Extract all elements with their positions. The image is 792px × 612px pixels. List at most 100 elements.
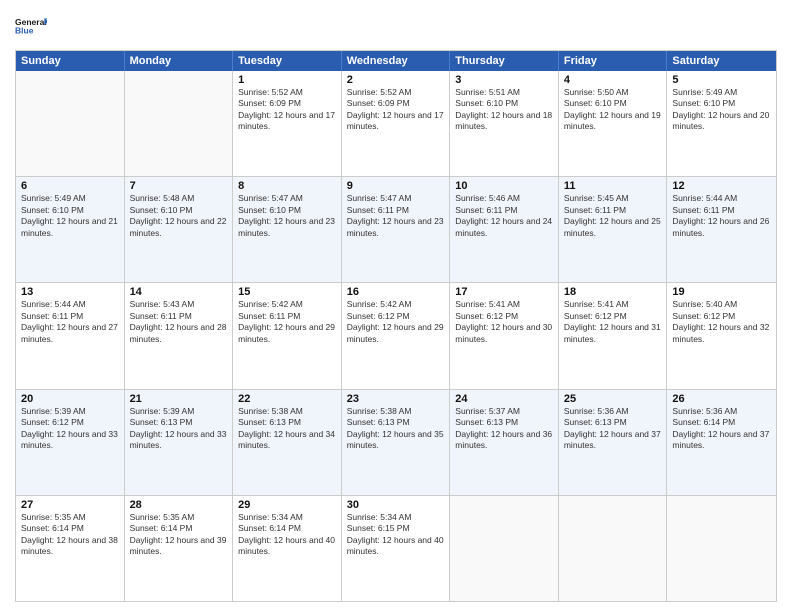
cal-cell-30: 30Sunrise: 5:34 AM Sunset: 6:15 PM Dayli… xyxy=(342,496,451,601)
cal-cell-1: 1Sunrise: 5:52 AM Sunset: 6:09 PM Daylig… xyxy=(233,71,342,176)
cal-cell-9: 9Sunrise: 5:47 AM Sunset: 6:11 PM Daylig… xyxy=(342,177,451,282)
cell-info: Sunrise: 5:37 AM Sunset: 6:13 PM Dayligh… xyxy=(455,406,553,452)
cell-info: Sunrise: 5:41 AM Sunset: 6:12 PM Dayligh… xyxy=(455,299,553,345)
cal-cell-7: 7Sunrise: 5:48 AM Sunset: 6:10 PM Daylig… xyxy=(125,177,234,282)
cal-cell-empty xyxy=(667,496,776,601)
cell-info: Sunrise: 5:38 AM Sunset: 6:13 PM Dayligh… xyxy=(238,406,336,452)
cal-cell-17: 17Sunrise: 5:41 AM Sunset: 6:12 PM Dayli… xyxy=(450,283,559,388)
cal-cell-empty xyxy=(559,496,668,601)
cell-info: Sunrise: 5:49 AM Sunset: 6:10 PM Dayligh… xyxy=(672,87,771,133)
cell-info: Sunrise: 5:43 AM Sunset: 6:11 PM Dayligh… xyxy=(130,299,228,345)
cal-cell-3: 3Sunrise: 5:51 AM Sunset: 6:10 PM Daylig… xyxy=(450,71,559,176)
cal-cell-26: 26Sunrise: 5:36 AM Sunset: 6:14 PM Dayli… xyxy=(667,390,776,495)
cell-info: Sunrise: 5:47 AM Sunset: 6:10 PM Dayligh… xyxy=(238,193,336,239)
cal-cell-11: 11Sunrise: 5:45 AM Sunset: 6:11 PM Dayli… xyxy=(559,177,668,282)
calendar-header: SundayMondayTuesdayWednesdayThursdayFrid… xyxy=(16,51,776,71)
cal-cell-28: 28Sunrise: 5:35 AM Sunset: 6:14 PM Dayli… xyxy=(125,496,234,601)
cell-info: Sunrise: 5:47 AM Sunset: 6:11 PM Dayligh… xyxy=(347,193,445,239)
cal-header-day-tuesday: Tuesday xyxy=(233,51,342,71)
cal-cell-8: 8Sunrise: 5:47 AM Sunset: 6:10 PM Daylig… xyxy=(233,177,342,282)
cell-info: Sunrise: 5:39 AM Sunset: 6:13 PM Dayligh… xyxy=(130,406,228,452)
cell-info: Sunrise: 5:36 AM Sunset: 6:13 PM Dayligh… xyxy=(564,406,662,452)
header: General Blue xyxy=(15,10,777,42)
cell-info: Sunrise: 5:40 AM Sunset: 6:12 PM Dayligh… xyxy=(672,299,771,345)
day-number: 21 xyxy=(130,393,228,405)
day-number: 28 xyxy=(130,499,228,511)
cal-header-day-monday: Monday xyxy=(125,51,234,71)
day-number: 25 xyxy=(564,393,662,405)
logo: General Blue xyxy=(15,10,47,42)
day-number: 17 xyxy=(455,286,553,298)
day-number: 1 xyxy=(238,74,336,86)
cal-week-1: 1Sunrise: 5:52 AM Sunset: 6:09 PM Daylig… xyxy=(16,71,776,177)
cal-cell-15: 15Sunrise: 5:42 AM Sunset: 6:11 PM Dayli… xyxy=(233,283,342,388)
day-number: 13 xyxy=(21,286,119,298)
day-number: 22 xyxy=(238,393,336,405)
cal-cell-29: 29Sunrise: 5:34 AM Sunset: 6:14 PM Dayli… xyxy=(233,496,342,601)
cal-cell-27: 27Sunrise: 5:35 AM Sunset: 6:14 PM Dayli… xyxy=(16,496,125,601)
cell-info: Sunrise: 5:49 AM Sunset: 6:10 PM Dayligh… xyxy=(21,193,119,239)
cell-info: Sunrise: 5:34 AM Sunset: 6:14 PM Dayligh… xyxy=(238,512,336,558)
cal-header-day-thursday: Thursday xyxy=(450,51,559,71)
cal-header-day-wednesday: Wednesday xyxy=(342,51,451,71)
day-number: 10 xyxy=(455,180,553,192)
calendar-body: 1Sunrise: 5:52 AM Sunset: 6:09 PM Daylig… xyxy=(16,71,776,601)
day-number: 14 xyxy=(130,286,228,298)
cell-info: Sunrise: 5:41 AM Sunset: 6:12 PM Dayligh… xyxy=(564,299,662,345)
day-number: 30 xyxy=(347,499,445,511)
cal-cell-6: 6Sunrise: 5:49 AM Sunset: 6:10 PM Daylig… xyxy=(16,177,125,282)
cal-cell-24: 24Sunrise: 5:37 AM Sunset: 6:13 PM Dayli… xyxy=(450,390,559,495)
day-number: 23 xyxy=(347,393,445,405)
day-number: 16 xyxy=(347,286,445,298)
cell-info: Sunrise: 5:51 AM Sunset: 6:10 PM Dayligh… xyxy=(455,87,553,133)
cell-info: Sunrise: 5:42 AM Sunset: 6:12 PM Dayligh… xyxy=(347,299,445,345)
cell-info: Sunrise: 5:35 AM Sunset: 6:14 PM Dayligh… xyxy=(21,512,119,558)
cell-info: Sunrise: 5:38 AM Sunset: 6:13 PM Dayligh… xyxy=(347,406,445,452)
cell-info: Sunrise: 5:35 AM Sunset: 6:14 PM Dayligh… xyxy=(130,512,228,558)
cal-header-day-sunday: Sunday xyxy=(16,51,125,71)
cal-week-3: 13Sunrise: 5:44 AM Sunset: 6:11 PM Dayli… xyxy=(16,283,776,389)
svg-text:Blue: Blue xyxy=(15,25,34,35)
page: General Blue SundayMondayTuesdayWednesda… xyxy=(0,0,792,612)
cell-info: Sunrise: 5:42 AM Sunset: 6:11 PM Dayligh… xyxy=(238,299,336,345)
day-number: 29 xyxy=(238,499,336,511)
day-number: 8 xyxy=(238,180,336,192)
cell-info: Sunrise: 5:45 AM Sunset: 6:11 PM Dayligh… xyxy=(564,193,662,239)
cal-cell-22: 22Sunrise: 5:38 AM Sunset: 6:13 PM Dayli… xyxy=(233,390,342,495)
cal-cell-13: 13Sunrise: 5:44 AM Sunset: 6:11 PM Dayli… xyxy=(16,283,125,388)
cal-cell-12: 12Sunrise: 5:44 AM Sunset: 6:11 PM Dayli… xyxy=(667,177,776,282)
cal-cell-5: 5Sunrise: 5:49 AM Sunset: 6:10 PM Daylig… xyxy=(667,71,776,176)
cal-cell-14: 14Sunrise: 5:43 AM Sunset: 6:11 PM Dayli… xyxy=(125,283,234,388)
cal-cell-4: 4Sunrise: 5:50 AM Sunset: 6:10 PM Daylig… xyxy=(559,71,668,176)
cal-cell-21: 21Sunrise: 5:39 AM Sunset: 6:13 PM Dayli… xyxy=(125,390,234,495)
calendar: SundayMondayTuesdayWednesdayThursdayFrid… xyxy=(15,50,777,602)
cal-header-day-friday: Friday xyxy=(559,51,668,71)
day-number: 20 xyxy=(21,393,119,405)
day-number: 7 xyxy=(130,180,228,192)
cal-cell-2: 2Sunrise: 5:52 AM Sunset: 6:09 PM Daylig… xyxy=(342,71,451,176)
day-number: 3 xyxy=(455,74,553,86)
cal-cell-18: 18Sunrise: 5:41 AM Sunset: 6:12 PM Dayli… xyxy=(559,283,668,388)
cal-cell-19: 19Sunrise: 5:40 AM Sunset: 6:12 PM Dayli… xyxy=(667,283,776,388)
cal-cell-empty xyxy=(16,71,125,176)
day-number: 11 xyxy=(564,180,662,192)
cell-info: Sunrise: 5:52 AM Sunset: 6:09 PM Dayligh… xyxy=(238,87,336,133)
cal-cell-23: 23Sunrise: 5:38 AM Sunset: 6:13 PM Dayli… xyxy=(342,390,451,495)
day-number: 2 xyxy=(347,74,445,86)
cell-info: Sunrise: 5:34 AM Sunset: 6:15 PM Dayligh… xyxy=(347,512,445,558)
day-number: 15 xyxy=(238,286,336,298)
cal-cell-16: 16Sunrise: 5:42 AM Sunset: 6:12 PM Dayli… xyxy=(342,283,451,388)
logo-svg: General Blue xyxy=(15,10,47,42)
day-number: 6 xyxy=(21,180,119,192)
cell-info: Sunrise: 5:36 AM Sunset: 6:14 PM Dayligh… xyxy=(672,406,771,452)
cal-week-5: 27Sunrise: 5:35 AM Sunset: 6:14 PM Dayli… xyxy=(16,496,776,601)
cal-week-2: 6Sunrise: 5:49 AM Sunset: 6:10 PM Daylig… xyxy=(16,177,776,283)
cell-info: Sunrise: 5:44 AM Sunset: 6:11 PM Dayligh… xyxy=(672,193,771,239)
cell-info: Sunrise: 5:39 AM Sunset: 6:12 PM Dayligh… xyxy=(21,406,119,452)
day-number: 12 xyxy=(672,180,771,192)
day-number: 19 xyxy=(672,286,771,298)
cal-cell-25: 25Sunrise: 5:36 AM Sunset: 6:13 PM Dayli… xyxy=(559,390,668,495)
cell-info: Sunrise: 5:52 AM Sunset: 6:09 PM Dayligh… xyxy=(347,87,445,133)
cal-cell-20: 20Sunrise: 5:39 AM Sunset: 6:12 PM Dayli… xyxy=(16,390,125,495)
cell-info: Sunrise: 5:50 AM Sunset: 6:10 PM Dayligh… xyxy=(564,87,662,133)
